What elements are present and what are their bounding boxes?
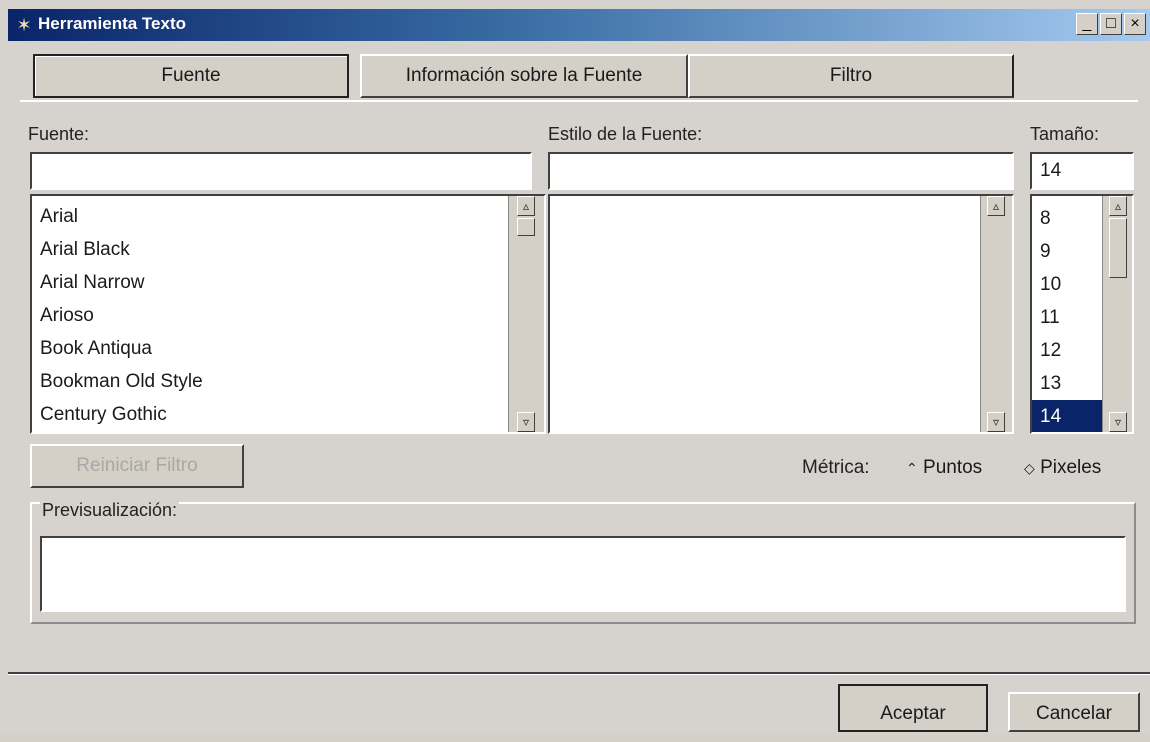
radio-unselected-icon: ◇ (1024, 460, 1035, 476)
font-list[interactable]: Arial Arial Black Arial Narrow Arioso Bo… (30, 194, 546, 434)
list-item[interactable]: Book Antiqua (32, 332, 508, 365)
list-item-selected[interactable]: 14 (1032, 400, 1102, 432)
window-controls: _ □ × (1076, 13, 1146, 35)
list-item[interactable]: Arioso (32, 299, 508, 332)
scroll-thumb[interactable] (1109, 218, 1127, 278)
reset-filter-button[interactable]: Reiniciar Filtro (30, 444, 244, 488)
list-item[interactable]: Century Gothic (32, 398, 508, 431)
minimize-button[interactable]: _ (1076, 13, 1098, 35)
list-item[interactable]: Arial Narrow (32, 266, 508, 299)
list-item[interactable]: Ch (32, 431, 508, 432)
radio-pixeles-label: Pixeles (1040, 457, 1102, 478)
star-icon: ✶ (16, 15, 32, 35)
list-item[interactable]: 16 (1032, 433, 1102, 434)
tab-panel-fuente: Fuente: Estilo de la Fuente: Tamaño: 14 … (20, 100, 1138, 674)
scroll-down-icon[interactable]: ▿ (1109, 412, 1127, 432)
list-item[interactable]: 8 (1032, 202, 1102, 235)
size-label: Tamaño: (1030, 124, 1100, 144)
close-button[interactable]: × (1124, 13, 1146, 35)
dialog-window: ✶ Herramienta Texto _ □ × Fuente Informa… (0, 0, 1150, 733)
font-list-scrollbar[interactable]: ▵ ▿ (508, 196, 544, 432)
scroll-up-icon[interactable]: ▵ (1109, 196, 1127, 216)
footer-separator (8, 672, 1150, 675)
preview-area (40, 536, 1126, 612)
scroll-up-icon[interactable]: ▵ (987, 196, 1005, 216)
radio-puntos[interactable]: ⌃ Puntos (906, 457, 982, 479)
preview-label: Previsualización: (40, 500, 180, 521)
size-list[interactable]: 8 9 10 11 12 13 14 16 ▵ ▿ (1030, 194, 1134, 434)
style-label: Estilo de la Fuente: (548, 124, 703, 144)
font-input[interactable] (30, 152, 532, 190)
tab-bar: Fuente Información sobre la Fuente Filtr… (20, 54, 1130, 100)
radio-selected-icon: ⌃ (906, 460, 918, 476)
title-bar[interactable]: ✶ Herramienta Texto _ □ × (8, 9, 1150, 41)
maximize-button[interactable]: □ (1100, 13, 1122, 35)
style-list-scrollbar[interactable]: ▵ ▿ (980, 196, 1012, 432)
style-input[interactable] (548, 152, 1014, 190)
metric-label: Métrica: (802, 457, 870, 478)
size-list-scrollbar[interactable]: ▵ ▿ (1102, 196, 1132, 432)
tab-filtro[interactable]: Filtro (688, 54, 1014, 98)
list-item[interactable]: Bookman Old Style (32, 365, 508, 398)
style-list[interactable]: ▵ ▿ (548, 194, 1014, 434)
list-item[interactable]: 12 (1032, 334, 1102, 367)
size-input[interactable]: 14 (1030, 152, 1134, 190)
tab-fuente[interactable]: Fuente (33, 54, 349, 98)
scroll-up-icon[interactable]: ▵ (517, 196, 535, 216)
scroll-down-icon[interactable]: ▿ (987, 412, 1005, 432)
cancel-button[interactable]: Cancelar (1008, 692, 1140, 732)
radio-puntos-label: Puntos (923, 457, 983, 478)
scroll-thumb[interactable] (517, 218, 535, 236)
list-item[interactable]: 11 (1032, 301, 1102, 334)
list-item[interactable]: Arial Black (32, 233, 508, 266)
list-item[interactable]: Arial (32, 200, 508, 233)
list-item[interactable]: 9 (1032, 235, 1102, 268)
ok-button[interactable]: Aceptar (838, 684, 988, 732)
scroll-down-icon[interactable]: ▿ (517, 412, 535, 432)
font-label: Fuente: (28, 124, 90, 144)
list-item[interactable]: 10 (1032, 268, 1102, 301)
list-item[interactable]: 13 (1032, 367, 1102, 400)
window-title: Herramienta Texto (38, 14, 187, 33)
tab-informacion-fuente[interactable]: Información sobre la Fuente (360, 54, 688, 98)
radio-pixeles[interactable]: ◇ Pixeles (1024, 457, 1101, 479)
